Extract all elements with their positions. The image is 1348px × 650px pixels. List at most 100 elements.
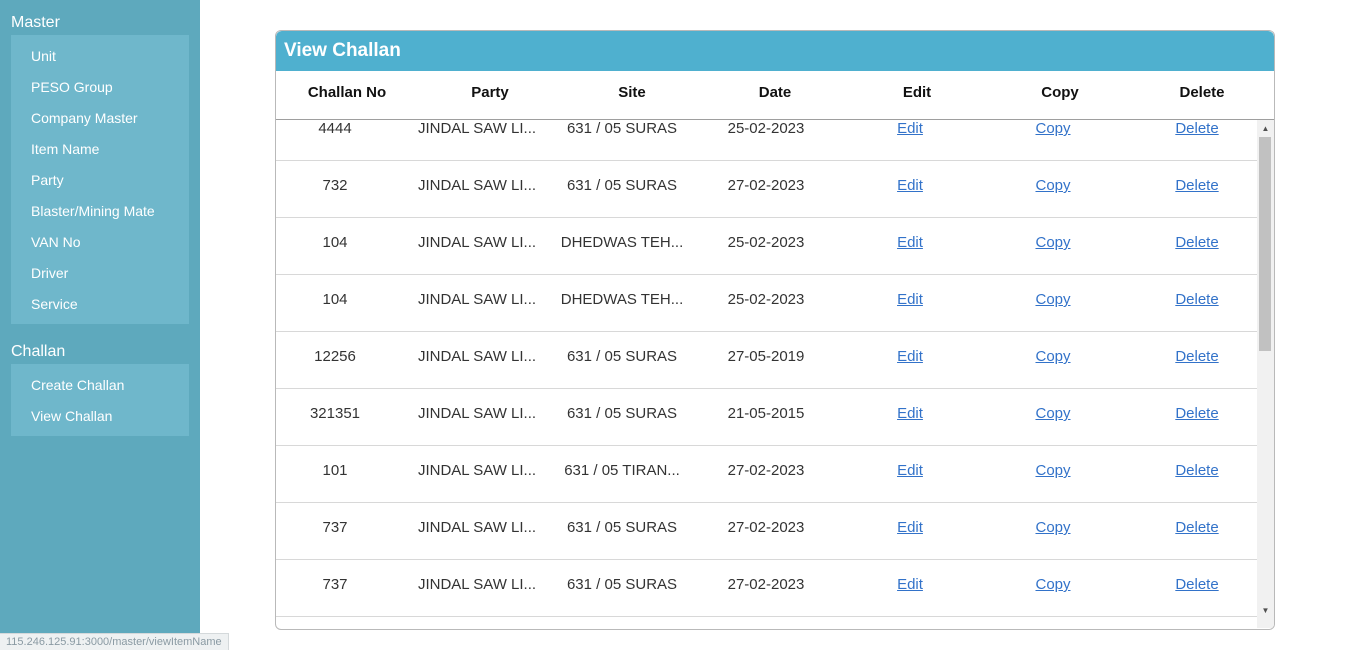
party-cell: JINDAL SAW LI... (417, 348, 537, 365)
sidebar-item-create-challan[interactable]: Create Challan (31, 377, 124, 393)
sidebar-item-driver[interactable]: Driver (31, 265, 68, 281)
column-header-copy: Copy (1041, 84, 1079, 101)
challan-no-cell: 321351 (309, 405, 361, 422)
master-section-title: Master (11, 14, 60, 31)
edit-link[interactable]: Edit (840, 519, 980, 536)
party-cell: JINDAL SAW LI... (417, 120, 537, 137)
delete-link[interactable]: Delete (1127, 234, 1257, 251)
copy-link[interactable]: Copy (983, 462, 1123, 479)
status-bar-url: 115.246.125.91:3000/master/viewItemName (0, 633, 229, 650)
sidebar-item-party[interactable]: Party (31, 172, 64, 188)
site-cell: 631 / 05 SURAS (566, 177, 678, 194)
table-row: 4444 JINDAL SAW LI... 631 / 05 SURAS 25-02-… (276, 120, 1257, 161)
delete-link[interactable]: Delete (1127, 120, 1257, 137)
copy-link[interactable]: Copy (983, 576, 1123, 593)
sidebar-item-van-no[interactable]: VAN No (31, 234, 81, 250)
table-row: 104 JINDAL SAW LI... DHEDWAS TEH... 25-02-2… (276, 218, 1257, 275)
view-challan-panel: View Challan Challan No Party Site Date … (275, 30, 1275, 630)
copy-link[interactable]: Copy (983, 177, 1123, 194)
column-header-edit: Edit (902, 84, 932, 101)
party-cell: JINDAL SAW LI... (417, 177, 537, 194)
site-cell: 631 / 05 TIRAN... (564, 462, 680, 479)
scroll-thumb[interactable] (1259, 137, 1271, 351)
delete-link[interactable]: Delete (1127, 519, 1257, 536)
date-cell: 27-02-2023 (727, 519, 805, 536)
column-header-date: Date (758, 84, 792, 101)
column-header-party: Party (471, 84, 509, 101)
challan-no-cell: 12256 (314, 348, 356, 365)
table-row: 104 JINDAL SAW LI... DHEDWAS TEH... 25-02-2… (276, 275, 1257, 332)
panel-header: View Challan (276, 31, 1274, 71)
copy-link[interactable]: Copy (983, 120, 1123, 137)
site-cell: 631 / 05 SURAS (566, 120, 678, 137)
edit-link[interactable]: Edit (840, 462, 980, 479)
sidebar-item-blaster-mining-mate[interactable]: Blaster/Mining Mate (31, 203, 155, 219)
copy-link[interactable]: Copy (983, 405, 1123, 422)
edit-link[interactable]: Edit (840, 348, 980, 365)
challan-no-cell: 104 (322, 291, 348, 308)
edit-link[interactable]: Edit (840, 120, 980, 137)
edit-link[interactable]: Edit (840, 291, 980, 308)
table-row: 732 JINDAL SAW LI... 631 / 05 SURAS 27-02-2… (276, 161, 1257, 218)
party-cell: JINDAL SAW LI... (417, 291, 537, 308)
challan-no-cell: 101 (322, 462, 348, 479)
challan-no-cell: 737 (322, 576, 348, 593)
site-cell: 631 / 05 SURAS (566, 519, 678, 536)
table-row: 12256 JINDAL SAW LI... 631 / 05 SURAS 27-05… (276, 332, 1257, 389)
table-row: 737 JINDAL SAW LI... 631 / 05 SURAS 27-02-2… (276, 560, 1257, 617)
row-divider (276, 616, 1257, 617)
sidebar-item-peso-group[interactable]: PESO Group (31, 79, 113, 95)
delete-link[interactable]: Delete (1127, 462, 1257, 479)
table-row: 321351 JINDAL SAW LI... 631 / 05 SURAS 21-0… (276, 389, 1257, 446)
challan-no-cell: 737 (322, 519, 348, 536)
sidebar: Master Unit PESO Group Company Master It… (0, 0, 200, 649)
date-cell: 25-02-2023 (727, 291, 805, 308)
edit-link[interactable]: Edit (840, 234, 980, 251)
scroll-down-icon[interactable]: ▼ (1257, 604, 1274, 618)
date-cell: 27-02-2023 (727, 177, 805, 194)
edit-link[interactable]: Edit (840, 576, 980, 593)
date-cell: 21-05-2015 (727, 405, 805, 422)
column-header-site: Site (618, 84, 646, 101)
site-cell: DHEDWAS TEH... (560, 234, 684, 251)
party-cell: JINDAL SAW LI... (417, 462, 537, 479)
copy-link[interactable]: Copy (983, 519, 1123, 536)
delete-link[interactable]: Delete (1127, 576, 1257, 593)
sidebar-item-unit[interactable]: Unit (31, 48, 56, 64)
challan-no-cell: 4444 (318, 120, 352, 137)
sidebar-item-company-master[interactable]: Company Master (31, 110, 138, 126)
site-cell: 631 / 05 SURAS (566, 348, 678, 365)
challan-section-title: Challan (11, 343, 66, 360)
table-body: 4444 JINDAL SAW LI... 631 / 05 SURAS 25-02-… (276, 120, 1257, 628)
date-cell: 27-02-2023 (727, 462, 805, 479)
table-row: 737 JINDAL SAW LI... 631 / 05 SURAS 27-02-2… (276, 503, 1257, 560)
sidebar-item-view-challan[interactable]: View Challan (31, 408, 112, 424)
master-menu: Unit PESO Group Company Master Item Name… (11, 35, 189, 324)
scroll-up-icon[interactable]: ▲ (1257, 122, 1274, 136)
sidebar-item-service[interactable]: Service (31, 296, 78, 312)
challan-no-cell: 104 (322, 234, 348, 251)
delete-link[interactable]: Delete (1127, 405, 1257, 422)
party-cell: JINDAL SAW LI... (417, 519, 537, 536)
panel-title: View Challan (284, 40, 401, 61)
column-header-delete: Delete (1179, 84, 1225, 101)
party-cell: JINDAL SAW LI... (417, 234, 537, 251)
copy-link[interactable]: Copy (983, 291, 1123, 308)
date-cell: 27-05-2019 (727, 348, 805, 365)
sidebar-item-item-name[interactable]: Item Name (31, 141, 99, 157)
delete-link[interactable]: Delete (1127, 348, 1257, 365)
table-scrollbar[interactable]: ▲ ▼ (1257, 120, 1274, 628)
challan-no-cell: 732 (322, 177, 348, 194)
site-cell: DHEDWAS TEH... (560, 291, 684, 308)
edit-link[interactable]: Edit (840, 405, 980, 422)
column-header-challan-no: Challan No (307, 84, 387, 101)
copy-link[interactable]: Copy (983, 348, 1123, 365)
date-cell: 25-02-2023 (727, 120, 805, 137)
copy-link[interactable]: Copy (983, 234, 1123, 251)
party-cell: JINDAL SAW LI... (417, 576, 537, 593)
delete-link[interactable]: Delete (1127, 177, 1257, 194)
delete-link[interactable]: Delete (1127, 291, 1257, 308)
edit-link[interactable]: Edit (840, 177, 980, 194)
site-cell: 631 / 05 SURAS (566, 405, 678, 422)
date-cell: 27-02-2023 (727, 576, 805, 593)
